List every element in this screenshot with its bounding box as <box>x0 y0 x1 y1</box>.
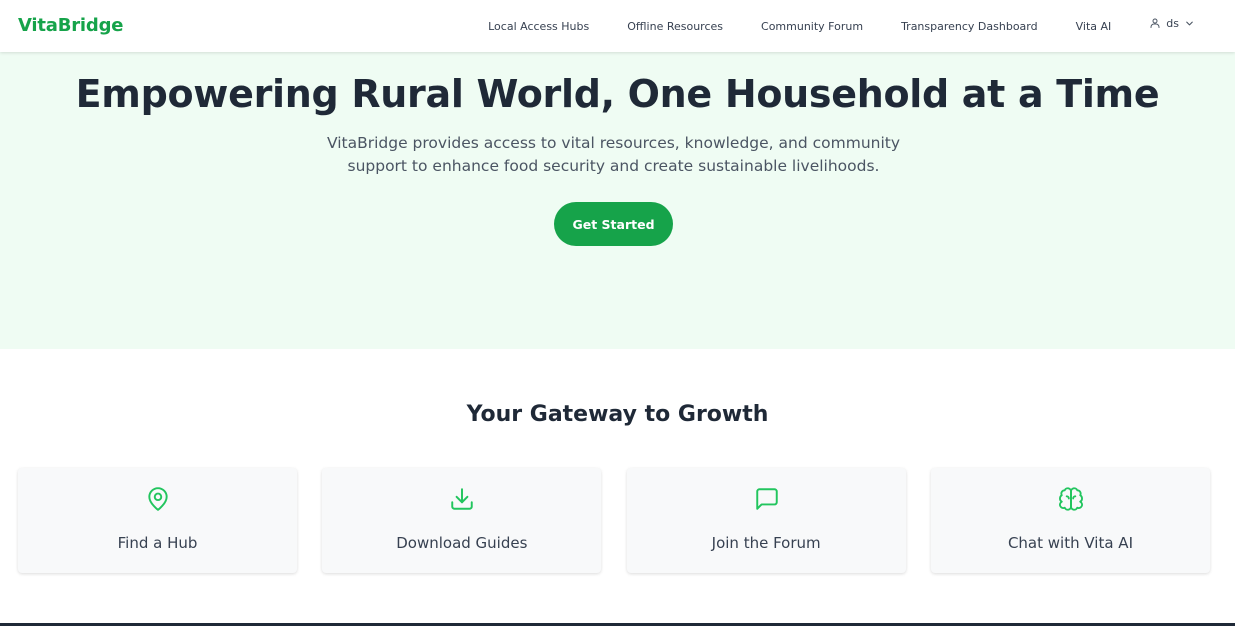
find-hub-card[interactable]: Find a Hub <box>18 468 297 573</box>
gateway-title: Your Gateway to Growth <box>466 402 769 427</box>
top-navbar: VitaBridge Local Access Hubs Offline Res… <box>0 0 1235 52</box>
nav-link-transparency-dashboard[interactable]: Transparency Dashboard <box>901 20 1038 33</box>
join-forum-card[interactable]: Join the Forum <box>626 468 906 573</box>
user-menu[interactable]: ds <box>1149 17 1195 30</box>
card-label: Chat with Vita AI <box>1007 534 1133 552</box>
nav-link-local-access-hubs[interactable]: Local Access Hubs <box>488 20 589 33</box>
hero-subtitle: VitaBridge provides access to vital reso… <box>326 134 901 175</box>
nav-link-offline-resources[interactable]: Offline Resources <box>627 20 723 33</box>
chevron-down-icon <box>1184 18 1195 29</box>
nav-links: Local Access Hubs Offline Resources Comm… <box>488 0 1235 52</box>
message-square-icon <box>754 486 780 512</box>
user-icon <box>1149 17 1161 29</box>
user-name: ds <box>1166 16 1179 30</box>
get-started-button[interactable]: Get Started <box>554 202 673 246</box>
card-label: Find a Hub <box>117 534 198 552</box>
download-guides-card[interactable]: Download Guides <box>322 468 602 573</box>
brand-logo[interactable]: VitaBridge <box>18 15 123 36</box>
brain-icon <box>1058 486 1084 512</box>
card-label: Join the Forum <box>711 534 821 552</box>
gateway-cards: Find a Hub Download Guides Join the Foru… <box>18 468 1210 573</box>
nav-link-community-forum[interactable]: Community Forum <box>761 20 863 33</box>
card-label: Download Guides <box>396 534 528 552</box>
hero-title: Empowering Rural World, One Household at… <box>75 72 1160 116</box>
download-icon <box>449 486 475 512</box>
chat-vita-ai-card[interactable]: Chat with Vita AI <box>930 468 1210 573</box>
hero-section: Empowering Rural World, One Household at… <box>0 52 1235 349</box>
nav-link-vita-ai[interactable]: Vita AI <box>1076 20 1112 33</box>
map-pin-icon <box>145 486 171 512</box>
